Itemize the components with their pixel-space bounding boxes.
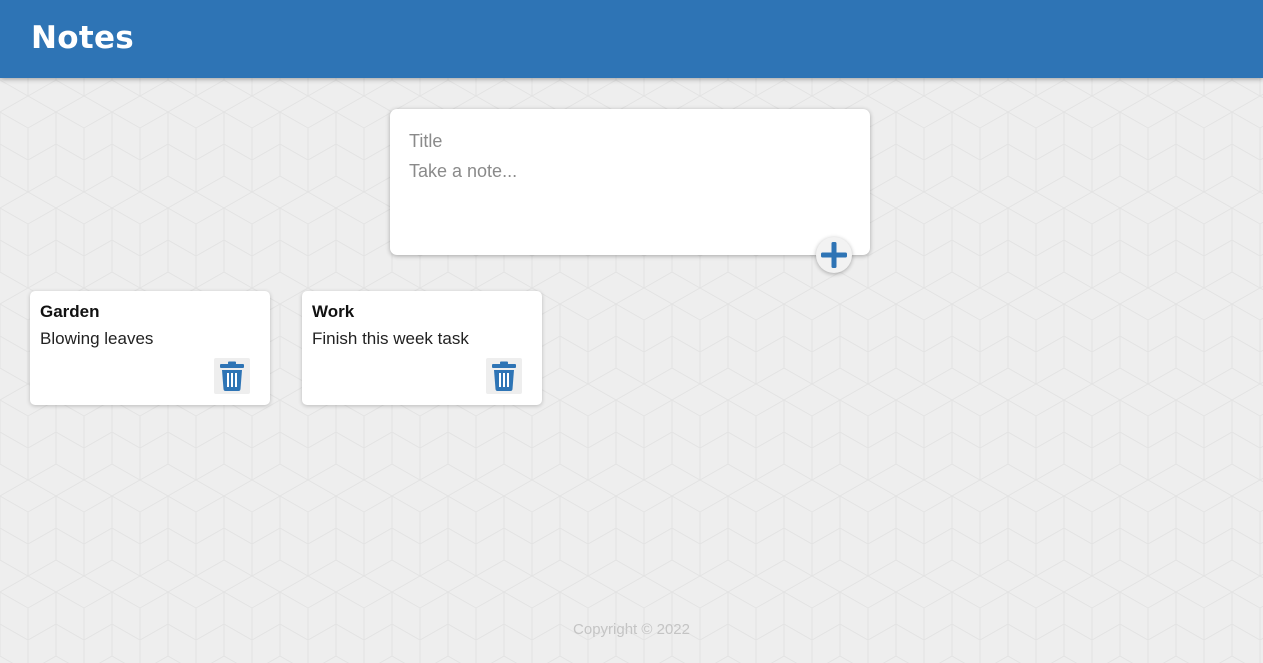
note-content-input[interactable] (409, 161, 849, 221)
note-content: Blowing leaves (40, 329, 154, 348)
note-card: Garden Blowing leaves (30, 291, 270, 405)
note-composer (390, 109, 870, 255)
add-note-button[interactable] (816, 237, 852, 273)
app-header: Notes (0, 0, 1263, 78)
trash-icon (220, 361, 244, 391)
plus-icon (821, 242, 847, 268)
delete-note-button[interactable] (214, 358, 250, 394)
title-input[interactable] (409, 129, 849, 153)
note-content: Finish this week task (312, 329, 469, 348)
note-title: Work (312, 302, 355, 321)
trash-icon (492, 361, 516, 391)
note-title: Garden (40, 302, 100, 321)
note-card: Work Finish this week task (302, 291, 542, 405)
delete-note-button[interactable] (486, 358, 522, 394)
footer-copyright: Copyright © 2022 (573, 621, 690, 638)
app-title: Notes (31, 20, 135, 56)
